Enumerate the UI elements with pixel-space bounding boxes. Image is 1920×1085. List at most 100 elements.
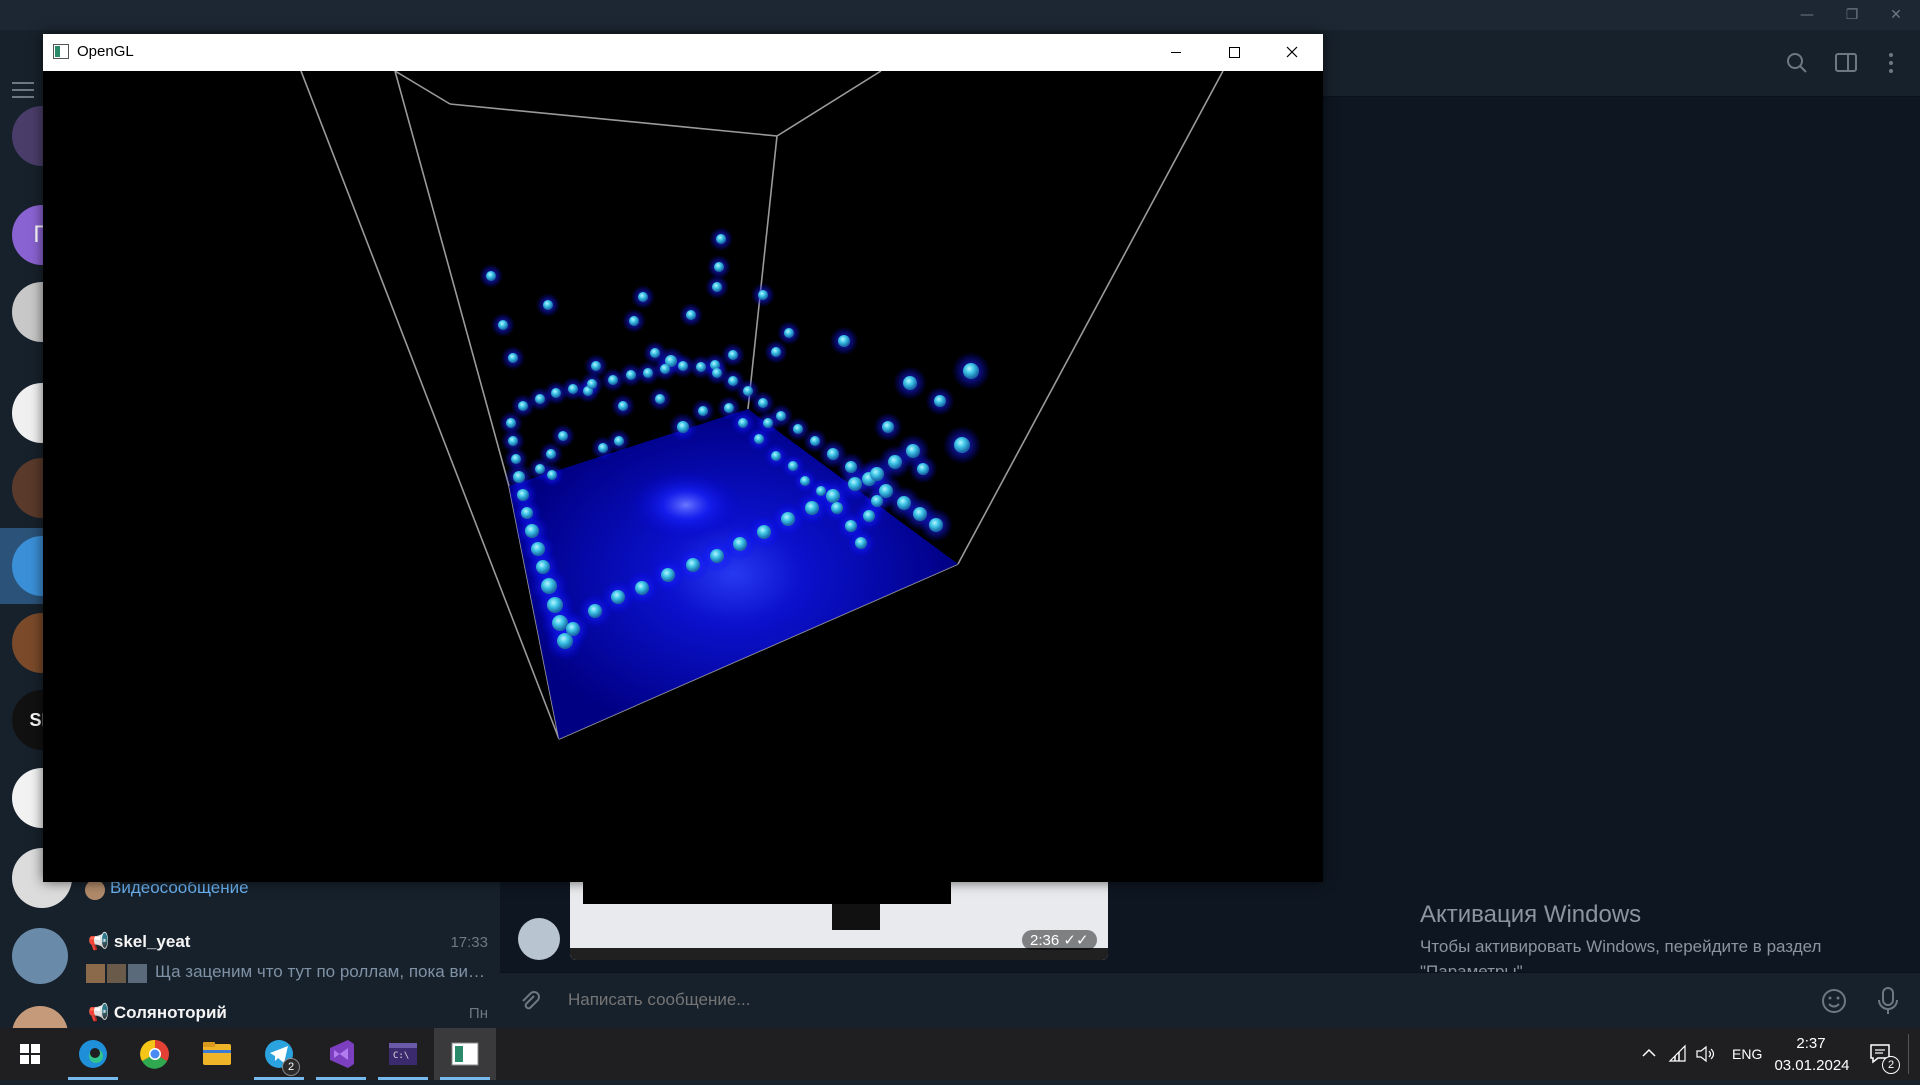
svg-text:C:\: C:\ [393,1051,409,1061]
particle [635,581,649,595]
telegram-minimize-button[interactable]: — [1785,2,1829,28]
telegram-unread-badge: 2 [282,1058,300,1076]
particle [903,376,917,390]
particle [547,597,563,613]
video-thumbnail-taskbar [570,948,1108,960]
particle [714,262,724,272]
particle [608,375,618,385]
taskbar-console[interactable]: C:\ [372,1028,434,1080]
search-icon[interactable] [1784,50,1810,76]
console-icon: C:\ [389,1043,417,1065]
chat-time: Пн [468,1005,488,1022]
chat-item-skel-yeat[interactable]: 📢 skel_yeat 17:33 Ща заценим что тут по … [0,920,500,996]
volume-icon[interactable] [1695,1044,1717,1064]
avatar [12,1006,68,1028]
video-thumbnail-frame [832,904,880,930]
particle [848,477,862,491]
particle [536,560,550,574]
particle [543,300,553,310]
telegram-close-button[interactable]: ✕ [1874,2,1918,28]
clock-date[interactable]: 03.01.2024 [1772,1057,1852,1074]
hamburger-menu-icon[interactable] [12,82,34,98]
opengl-titlebar[interactable]: OpenGL [43,34,1323,71]
telegram-restore-button[interactable]: ❐ [1830,2,1874,28]
particle [906,444,920,458]
taskbar-chrome[interactable] [124,1028,186,1080]
start-icon [20,1044,40,1064]
particle [712,368,722,378]
start-button[interactable] [0,1028,62,1080]
opengl-window: OpenGL [43,34,1323,882]
particle [784,328,794,338]
particle [781,512,795,526]
taskbar-opengl-app[interactable] [434,1028,496,1080]
maximize-button[interactable] [1205,34,1263,71]
particle [771,347,781,357]
particle [511,454,521,464]
more-vertical-icon[interactable] [1878,50,1904,76]
particle [551,388,561,398]
particle [758,398,768,408]
particle [771,451,781,461]
opengl-render-canvas[interactable] [43,70,1323,882]
sidebar-toggle-icon[interactable] [1833,50,1859,76]
chat-name: 📢 Соляноторий [88,1003,227,1022]
particle [513,471,525,483]
particle-box-scene [300,70,1224,740]
video-note-icon [85,880,105,900]
attach-icon[interactable] [518,989,542,1013]
video-duration: 2:36 ✓✓ [1022,930,1097,950]
chrome-icon [140,1039,169,1069]
particle [517,489,529,501]
particle [660,364,670,374]
particle [954,437,970,453]
particle [763,418,773,428]
particle [754,434,764,444]
particle [531,542,545,556]
input-language[interactable]: ENG [1732,1046,1762,1062]
particle [498,320,508,330]
sender-avatar [518,918,560,960]
particle [838,335,850,347]
particle [831,502,843,514]
particle [686,558,700,572]
taskbar-edge[interactable] [62,1028,124,1080]
particle [788,461,798,471]
chevron-up-icon[interactable] [1640,1044,1658,1062]
particle [698,406,708,416]
chat-time: 17:33 [450,934,488,951]
message-input[interactable] [566,989,1770,1011]
particle [800,476,810,486]
particle [506,418,516,428]
close-button[interactable] [1263,34,1321,71]
telegram-titlebar: — ❐ ✕ [0,0,1920,30]
minimize-button[interactable] [1147,34,1205,71]
window-title: OpenGL [77,43,134,60]
emoji-icon[interactable] [1820,987,1848,1015]
chat-item-solyanotoriy[interactable]: 📢 Соляноторий Пн [0,998,500,1028]
particle [508,353,518,363]
particle [618,401,628,411]
show-desktop-button[interactable] [1908,1034,1909,1074]
microphone-icon[interactable] [1874,986,1902,1016]
particle [535,464,545,474]
particle [757,525,771,539]
clock-time[interactable]: 2:37 [1786,1035,1836,1052]
particle [591,361,601,371]
particle [845,461,857,473]
taskbar-file-explorer[interactable] [186,1028,248,1080]
particle [728,350,738,360]
particle [546,449,556,459]
chat-name: 📢 skel_yeat [88,932,191,951]
taskbar-telegram[interactable]: 2 [248,1028,310,1080]
particle [661,568,675,582]
particle [568,384,578,394]
network-icon[interactable] [1668,1044,1688,1064]
particle [738,418,748,428]
taskbar-visual-studio[interactable] [310,1028,372,1080]
particle [710,549,724,563]
particle [845,520,857,532]
notification-count-badge: 2 [1882,1056,1900,1074]
particle [598,443,608,453]
particle [743,386,753,396]
